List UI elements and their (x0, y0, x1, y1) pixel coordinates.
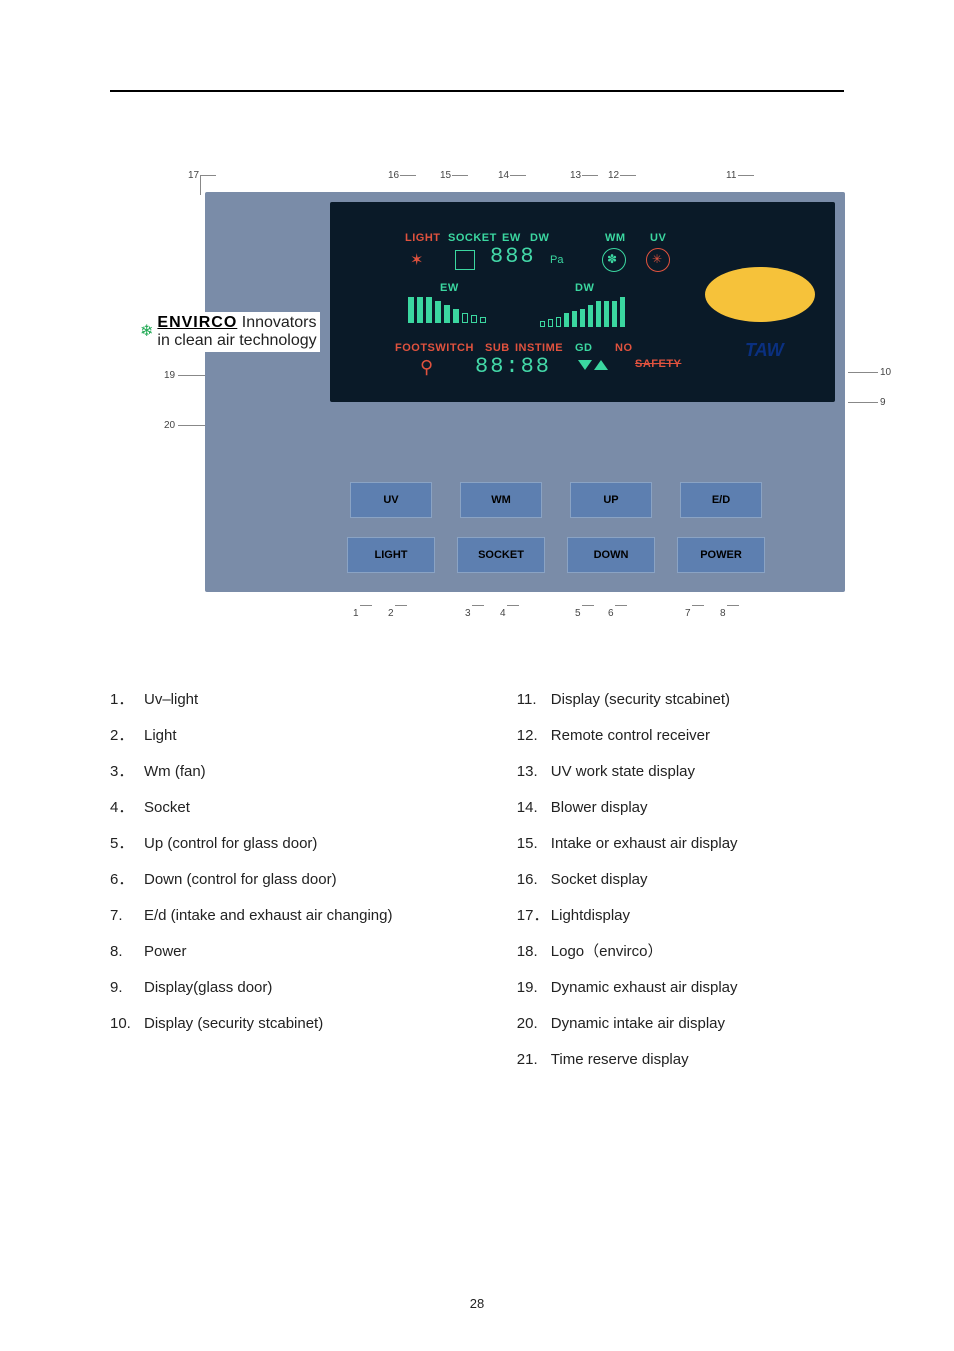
callout-20: 20 (164, 420, 175, 431)
button-power[interactable]: POWER (677, 537, 765, 573)
callout-4: 4 (500, 608, 506, 619)
gd-down-icon (578, 360, 592, 370)
list-item: 18.Logo（envirco） (517, 934, 844, 970)
header-rule (110, 90, 844, 92)
callout-6: 6 (608, 608, 614, 619)
callout-19: 19 (164, 370, 175, 381)
callout-10: 10 (880, 367, 891, 378)
label-sub: SUB (485, 342, 510, 354)
time-reading: 88:88 (475, 354, 551, 379)
label-light: LIGHT (405, 232, 441, 244)
page-number: 28 (0, 1296, 954, 1311)
button-wm[interactable]: WM (460, 482, 542, 518)
callout-16: 16 (388, 170, 399, 181)
list-item: 19.Dynamic exhaust air display (517, 970, 844, 1006)
lcd-screen: LIGHT SOCKET EW DW WM UV ✶ 888 Pa ✽ ✳ EW (330, 202, 835, 402)
list-item: 4．Socket (110, 790, 487, 826)
list-item: 3．Wm (fan) (110, 754, 487, 790)
callout-17: 17 (188, 170, 199, 181)
callout-13: 13 (570, 170, 581, 181)
legend-right: 11.Display (security stcabinet) 12.Remot… (517, 682, 844, 1078)
list-item: 13.UV work state display (517, 754, 844, 790)
dw-bargraph (540, 297, 625, 327)
label-uv: UV (650, 232, 666, 244)
label-footswitch: FOOTSWITCH (395, 342, 474, 354)
logo-envirco: ❄ ENVIRCO Innovators in clean air techno… (140, 312, 320, 352)
list-item: 6．Down (control for glass door) (110, 862, 487, 898)
button-ed[interactable]: E/D (680, 482, 762, 518)
label-ew-mid: EW (440, 282, 459, 294)
list-item: 16.Socket display (517, 862, 844, 898)
pressure-reading: 888 (490, 244, 536, 269)
list-item: 8.Power (110, 934, 487, 970)
list-item: 1．Uv–light (110, 682, 487, 718)
label-ew: EW (502, 232, 521, 244)
callout-9: 9 (880, 397, 886, 408)
callout-1: 1 (353, 608, 359, 619)
callout-2: 2 (388, 608, 394, 619)
list-item: 21.Time reserve display (517, 1042, 844, 1078)
button-socket[interactable]: SOCKET (457, 537, 545, 573)
gd-up-icon (594, 360, 608, 370)
callout-15: 15 (440, 170, 451, 181)
snowflake-icon: ❄ (140, 324, 153, 340)
ew-bargraph (408, 297, 486, 323)
list-item: 9.Display(glass door) (110, 970, 487, 1006)
list-item: 15.Intake or exhaust air display (517, 826, 844, 862)
panel-body: ❄ ENVIRCO Innovators in clean air techno… (205, 192, 845, 592)
callout-12: 12 (608, 170, 619, 181)
list-item: 2．Light (110, 718, 487, 754)
callout-7: 7 (685, 608, 691, 619)
label-no: NO (615, 342, 633, 354)
label-gd: GD (575, 342, 593, 354)
control-panel-diagram: 17 16 15 14 13 12 11 18 19 20 10 9 ❄ (140, 162, 845, 622)
callout-3: 3 (465, 608, 471, 619)
wm-icon: ✽ (602, 248, 626, 272)
callout-8: 8 (720, 608, 726, 619)
uv-icon: ✳ (646, 248, 670, 272)
label-dw-mid: DW (575, 282, 594, 294)
list-item: 20.Dynamic intake air display (517, 1006, 844, 1042)
pa-unit: Pa (550, 254, 563, 266)
light-icon: ✶ (410, 250, 423, 270)
callout-5: 5 (575, 608, 581, 619)
legend-left: 1．Uv–light 2．Light 3．Wm (fan) 4．Socket 5… (110, 682, 487, 1078)
list-item: 7.E/d (intake and exhaust air changing) (110, 898, 487, 934)
list-item: 17．Lightdisplay (517, 898, 844, 934)
callout-14: 14 (498, 170, 509, 181)
label-socket: SOCKET (448, 232, 497, 244)
callout-11: 11 (726, 170, 736, 181)
list-item: 11.Display (security stcabinet) (517, 682, 844, 718)
list-item: 14.Blower display (517, 790, 844, 826)
list-item: 10.Display (security stcabinet) (110, 1006, 487, 1042)
list-item: 5．Up (control for glass door) (110, 826, 487, 862)
button-up[interactable]: UP (570, 482, 652, 518)
button-down[interactable]: DOWN (567, 537, 655, 573)
button-light[interactable]: LIGHT (347, 537, 435, 573)
label-dw: DW (530, 232, 549, 244)
button-uv[interactable]: UV (350, 482, 432, 518)
label-instime: INSTIME (515, 342, 563, 354)
taw-label: TAW (745, 340, 784, 361)
security-display-eye (705, 267, 815, 322)
legend-lists: 1．Uv–light 2．Light 3．Wm (fan) 4．Socket 5… (110, 682, 844, 1078)
label-wm: WM (605, 232, 626, 244)
socket-icon (455, 250, 475, 270)
footswitch-icon: ⚲ (420, 357, 433, 378)
label-safety: SAFETY (635, 358, 681, 370)
list-item: 12.Remote control receiver (517, 718, 844, 754)
logo-text: ENVIRCO (157, 314, 237, 331)
